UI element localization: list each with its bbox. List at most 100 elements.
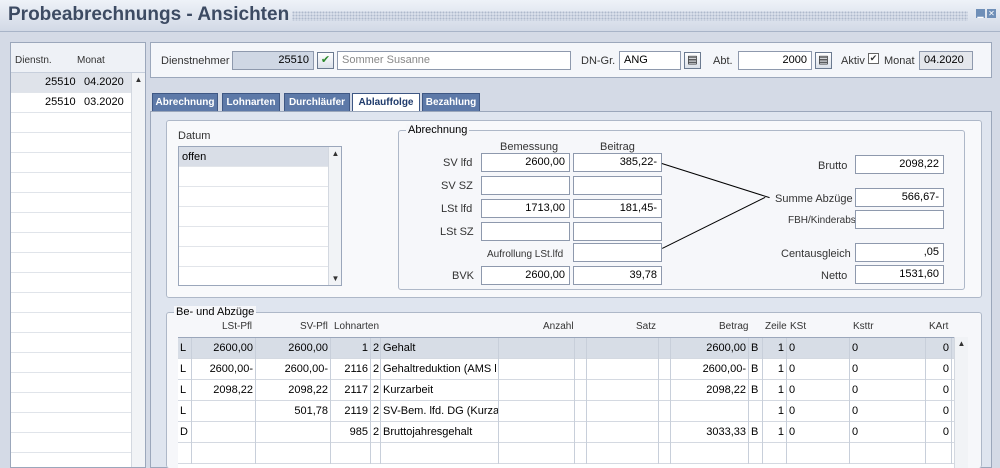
dienstnehmer-id-field[interactable]: 25510: [232, 51, 314, 70]
scroll-down-icon[interactable]: ▼: [329, 272, 342, 285]
cell-nr: 2119: [331, 401, 371, 422]
sv-lfd-bemessung[interactable]: 2600,00: [481, 153, 570, 172]
table-scrollbar[interactable]: ▲: [954, 337, 968, 468]
cell-sv: 501,78: [256, 401, 331, 422]
brutto-label: Brutto: [818, 160, 848, 172]
scroll-up-icon[interactable]: ▲: [955, 337, 968, 350]
cell-nr: 2117: [331, 380, 371, 401]
bvk-bemessung[interactable]: 2600,00: [481, 266, 570, 285]
sv-sz-bemessung[interactable]: [481, 176, 570, 195]
tab-lohnarten[interactable]: Lohnarten: [222, 93, 280, 111]
tab-durchlaeufer[interactable]: Durchläufer: [284, 93, 350, 111]
list-row[interactable]: [11, 213, 131, 233]
list-row[interactable]: [11, 353, 131, 373]
datum-legend: Datum: [178, 130, 211, 142]
netto-field[interactable]: 1531,60: [855, 265, 944, 284]
abt-field[interactable]: 2000: [738, 51, 812, 70]
bvk-beitrag[interactable]: 39,78: [573, 266, 662, 285]
cell-kart: 0: [926, 401, 952, 422]
tab-abrechnung[interactable]: Abrechnung: [152, 93, 218, 111]
list-row[interactable]: [11, 273, 131, 293]
cell-sep1: [575, 380, 587, 401]
list-row[interactable]: [11, 153, 131, 173]
list-row[interactable]: [11, 193, 131, 213]
list-scrollbar[interactable]: ▲: [131, 73, 145, 467]
datum-item[interactable]: [179, 167, 341, 187]
minimize-icon[interactable]: ▁: [976, 9, 985, 18]
datum-item[interactable]: [179, 247, 341, 267]
cell-kst: 0: [787, 401, 850, 422]
cell-sep2: [659, 338, 671, 359]
cell-betrag: 2098,22: [671, 380, 749, 401]
check-icon[interactable]: ✔: [317, 52, 334, 69]
brutto-field[interactable]: 2098,22: [855, 155, 944, 174]
sv-lfd-beitrag[interactable]: 385,22-: [573, 153, 662, 172]
table-row[interactable]: L 2600,00- 2600,00- 2116 2 Gehaltreduktion (A…: [178, 359, 956, 380]
list-row[interactable]: [11, 253, 131, 273]
list-row[interactable]: [11, 313, 131, 333]
sv-sz-beitrag[interactable]: [573, 176, 662, 195]
datum-scrollbar[interactable]: ▲ ▼: [328, 147, 341, 285]
list-row[interactable]: [11, 233, 131, 253]
cell-lst: [192, 401, 256, 422]
list-row[interactable]: [11, 133, 131, 153]
list-row[interactable]: [11, 333, 131, 353]
employee-month-list: Dienstn. Monat 25510 04.2020 25510 03.2020…: [10, 42, 146, 468]
aufrollung-field[interactable]: [573, 243, 662, 262]
col-betrag: Betrag: [719, 321, 749, 332]
list-row[interactable]: [11, 173, 131, 193]
dienstnehmer-name-field[interactable]: Sommer Susanne: [337, 51, 571, 70]
col-kart: KArt: [929, 321, 949, 332]
table-row[interactable]: [178, 443, 956, 464]
centausgleich-label: Centausgleich: [781, 248, 851, 260]
centausgleich-field[interactable]: ,05: [855, 243, 944, 262]
datum-item[interactable]: [179, 227, 341, 247]
list-row[interactable]: [11, 373, 131, 393]
cell-t: D: [178, 422, 192, 443]
scroll-up-icon[interactable]: ▲: [329, 147, 342, 160]
col-beitrag: Beitrag: [600, 141, 635, 153]
summe-abzuege-field[interactable]: 566,67-: [855, 188, 944, 207]
close-icon[interactable]: ✕: [987, 9, 996, 18]
lst-sz-bemessung[interactable]: [481, 222, 570, 241]
lst-lfd-beitrag[interactable]: 181,45-: [573, 199, 662, 218]
table-row[interactable]: L 2098,22 2098,22 2117 2 Kurzarbeit 2098,22 B 1 0…: [178, 380, 956, 401]
tab-ablauffolge[interactable]: Ablauffolge: [352, 93, 420, 112]
datum-item[interactable]: [179, 207, 341, 227]
aufrollung-label: Aufrollung LSt.lfd: [487, 249, 564, 260]
list-row[interactable]: [11, 293, 131, 313]
cell-t: L: [178, 401, 192, 422]
list-row[interactable]: [11, 433, 131, 453]
datum-item[interactable]: [179, 187, 341, 207]
cell-k: 2: [371, 338, 381, 359]
table-row[interactable]: L 501,78 2119 2 SV-Bem. lfd. DG (Kurza 1 0 0 0: [178, 401, 956, 422]
list-row[interactable]: [11, 413, 131, 433]
list-row[interactable]: 25510 04.2020: [11, 73, 131, 93]
aktiv-checkbox[interactable]: ✔: [868, 53, 879, 64]
cell-b: B: [749, 359, 763, 380]
col-lohnarten: Lohnarten: [334, 321, 380, 332]
bvk-label: BVK: [452, 270, 475, 282]
cell-b: B: [749, 380, 763, 401]
list-row[interactable]: [11, 393, 131, 413]
fbh-field[interactable]: [855, 210, 944, 229]
calendar-icon[interactable]: ▤: [815, 52, 832, 69]
cell-sep1: [575, 359, 587, 380]
title-decoration: [292, 11, 968, 21]
table-row[interactable]: L 2600,00 2600,00 1 2 Gehalt 2600,00 B 1 0 0 0: [178, 338, 956, 359]
list-row[interactable]: [11, 113, 131, 133]
cell-sv: [256, 422, 331, 443]
cell-sep1: [575, 443, 587, 464]
list-row[interactable]: 25510 03.2020: [11, 93, 131, 113]
lst-lfd-bemessung[interactable]: 1713,00: [481, 199, 570, 218]
cell-ksttr: 0: [850, 338, 926, 359]
datum-item[interactable]: offen: [179, 147, 341, 167]
tab-bezahlung[interactable]: Bezahlung: [422, 93, 480, 111]
calendar-icon[interactable]: ▤: [684, 52, 701, 69]
dngr-field[interactable]: ANG: [619, 51, 681, 70]
scroll-up-icon[interactable]: ▲: [132, 73, 145, 86]
lst-sz-beitrag[interactable]: [573, 222, 662, 241]
table-row[interactable]: D 985 2 Bruttojahresgehalt 3033,33 B 1 0 0 0: [178, 422, 956, 443]
cell-kart: 0: [926, 359, 952, 380]
cell-sep2: [659, 401, 671, 422]
